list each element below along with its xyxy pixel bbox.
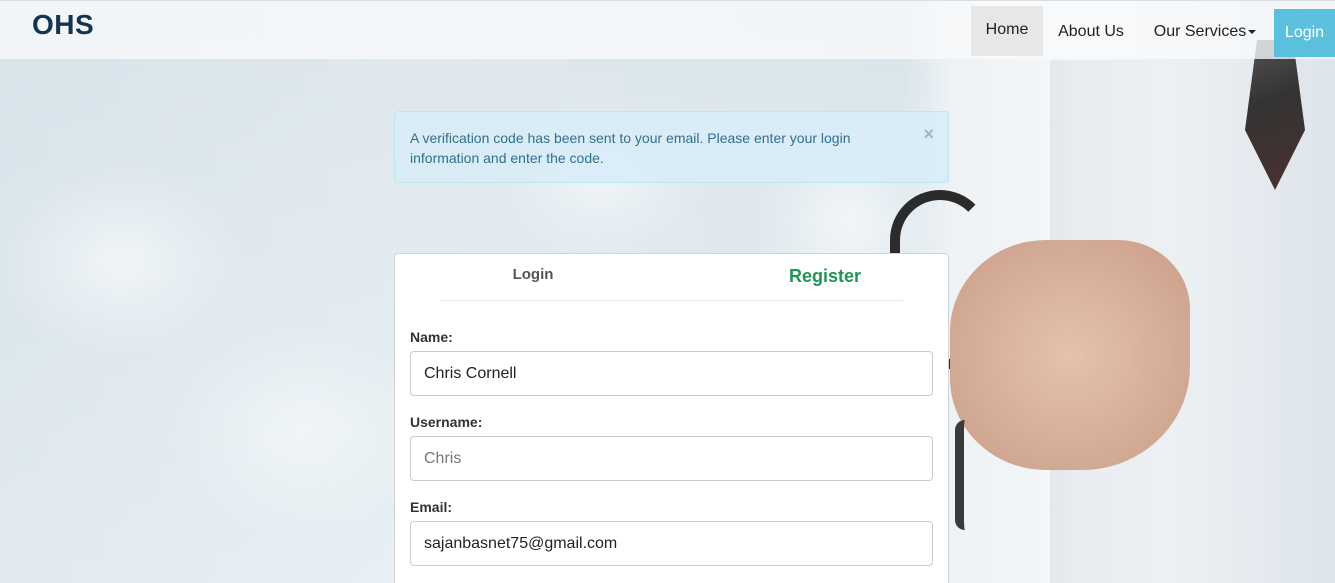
- nav-our-services[interactable]: Our Services: [1146, 6, 1264, 56]
- verification-alert: A verification code has been sent to you…: [394, 111, 949, 183]
- tab-login[interactable]: Login: [440, 266, 626, 283]
- login-button[interactable]: Login: [1274, 9, 1335, 57]
- nav-our-services-label: Our Services: [1153, 23, 1247, 40]
- navbar: OHS Home About Us Our Services Login: [0, 0, 1335, 59]
- name-label: Name:: [410, 329, 453, 345]
- email-field[interactable]: sajanbasnet75@gmail.com: [410, 521, 933, 566]
- close-icon[interactable]: ×: [923, 124, 934, 144]
- nav-about-us[interactable]: About Us: [1050, 6, 1132, 56]
- email-label: Email:: [410, 499, 453, 515]
- nav-home[interactable]: Home: [971, 6, 1043, 56]
- tie: [1245, 40, 1305, 190]
- tab-register[interactable]: Register: [700, 266, 950, 287]
- auth-card: Login Register Name: Chris Cornell Usern…: [394, 253, 949, 583]
- brand-logo[interactable]: OHS: [32, 9, 94, 41]
- auth-tabs: Login Register: [440, 254, 903, 301]
- username-label: Username:: [410, 414, 483, 430]
- name-field[interactable]: Chris Cornell: [410, 351, 933, 396]
- caret-down-icon: [1248, 29, 1257, 34]
- doctor-background-image: [890, 0, 1335, 583]
- username-field[interactable]: Chris: [410, 436, 933, 481]
- alert-message: A verification code has been sent to you…: [410, 130, 851, 166]
- stethoscope-tube: [955, 420, 975, 530]
- hand: [950, 240, 1190, 470]
